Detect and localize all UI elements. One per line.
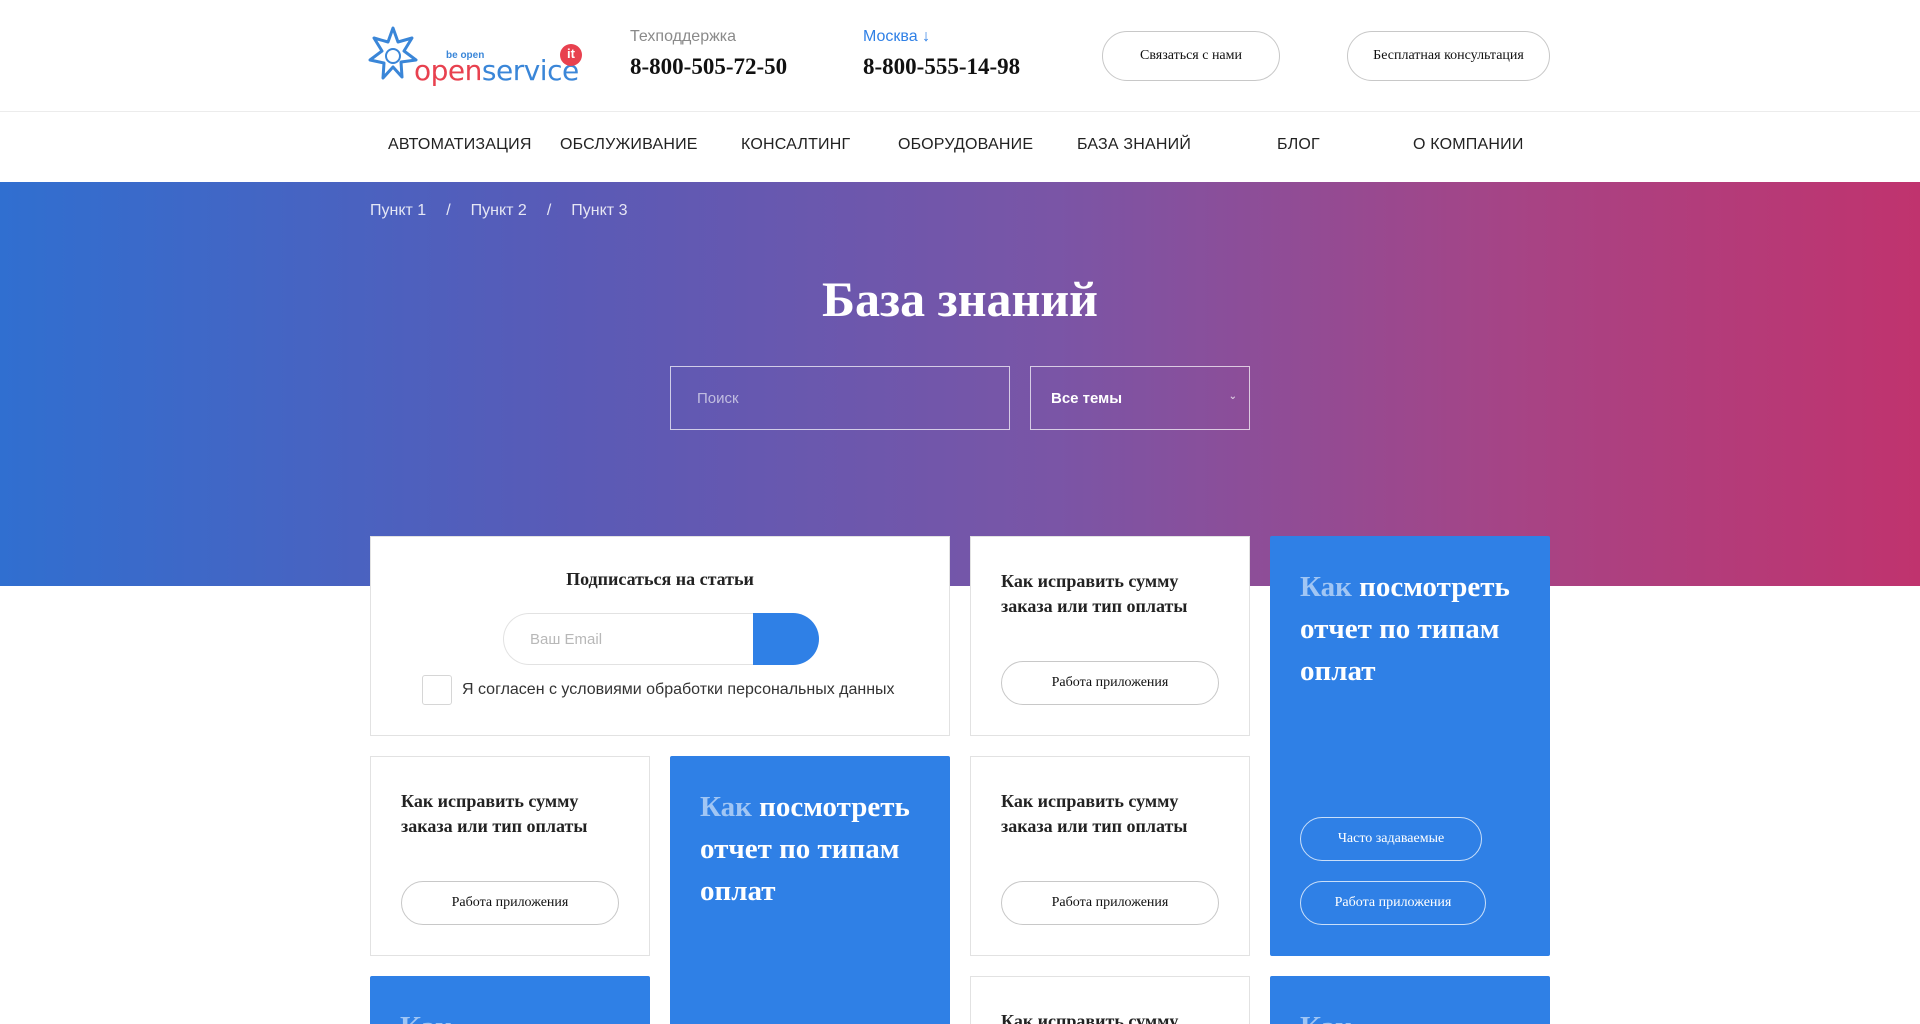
contact-us-button[interactable]: Связаться с нами — [1102, 31, 1280, 81]
article-tag[interactable]: Работа приложения — [401, 881, 619, 925]
nav-item-blog[interactable]: БЛОГ — [1277, 136, 1320, 154]
topic-select[interactable]: Все темы ⌄ — [1030, 366, 1250, 430]
breadcrumb: Пункт 1 / Пункт 2 / Пункт 3 — [370, 202, 627, 220]
email-field[interactable] — [503, 613, 753, 665]
nav-item-automation[interactable]: АВТОМАТИЗАЦИЯ — [388, 136, 532, 154]
city-contact: Москва ↓ 8-800-555-14-98 — [863, 28, 1020, 80]
chevron-down-icon: ⌄ — [1228, 391, 1237, 402]
subscribe-title: Подписаться на статьи — [566, 569, 754, 589]
page-title: База знаний — [822, 271, 1098, 327]
logo-star-icon — [368, 26, 418, 80]
breadcrumb-item[interactable]: Пункт 3 — [571, 202, 627, 220]
logo[interactable]: be open openservice it — [368, 24, 584, 88]
article-tag[interactable]: Работа приложения — [1001, 881, 1219, 925]
featured-article-title[interactable]: Как посмотреть отчет по типам оплат — [700, 786, 930, 912]
breadcrumb-separator: / — [546, 202, 552, 219]
breadcrumb-item[interactable]: Пункт 2 — [471, 202, 527, 220]
article-title[interactable]: Как исправить сумму заказа или тип оплат… — [1001, 569, 1221, 619]
subscribe-card: Подписаться на статьи Я согласен с услов… — [370, 536, 950, 736]
consent-label: Я согласен с условиями обработки персона… — [462, 681, 895, 698]
article-title[interactable]: Как исправить сумму заказа или тип оплат… — [1001, 1009, 1221, 1024]
support-label: Техподдержка — [630, 28, 737, 45]
featured-article-title[interactable]: Как посмотреть отчет по типам оплат — [1300, 566, 1530, 692]
nav-item-knowledge-base[interactable]: БАЗА ЗНАНИЙ — [1077, 136, 1191, 154]
consent-checkbox[interactable] — [422, 675, 452, 705]
nav-item-equipment[interactable]: ОБОРУДОВАНИЕ — [898, 136, 1033, 154]
article-tag-faq[interactable]: Часто задаваемые — [1300, 817, 1482, 861]
city-selector[interactable]: Москва ↓ — [863, 28, 1020, 46]
search-input[interactable] — [670, 366, 1010, 430]
article-tag-app[interactable]: Работа приложения — [1300, 881, 1486, 925]
city-phone[interactable]: 8-800-555-14-98 — [863, 54, 1020, 80]
featured-article-card[interactable]: Как посмотреть отчет по типам оплат — [670, 756, 950, 1024]
article-card[interactable]: Как исправить сумму заказа или тип оплат… — [370, 756, 650, 956]
article-card[interactable]: Как исправить сумму заказа или тип оплат… — [970, 536, 1250, 736]
breadcrumb-separator: / — [446, 202, 451, 219]
logo-it-badge: it — [560, 44, 582, 66]
topic-select-value: Все темы — [1051, 389, 1123, 407]
featured-article-card[interactable]: Как посмотреть отчет по типам оплат Част… — [1270, 536, 1550, 956]
featured-article-title[interactable]: Как — [400, 1006, 630, 1024]
free-consultation-button[interactable]: Бесплатная консультация — [1347, 31, 1550, 81]
featured-article-card[interactable]: Как — [1270, 976, 1550, 1024]
nav-item-consulting[interactable]: КОНСАЛТИНГ — [741, 136, 850, 154]
support-contact: Техподдержка 8-800-505-72-50 — [630, 28, 787, 80]
article-tag[interactable]: Работа приложения — [1001, 661, 1219, 705]
nav-item-about[interactable]: О КОМПАНИИ — [1413, 136, 1524, 154]
article-card[interactable]: Как исправить сумму заказа или тип оплат… — [970, 976, 1250, 1024]
subscribe-button[interactable] — [753, 613, 819, 665]
article-title[interactable]: Как исправить сумму заказа или тип оплат… — [1001, 789, 1221, 839]
support-phone[interactable]: 8-800-505-72-50 — [630, 54, 787, 80]
breadcrumb-item[interactable]: Пункт 1 — [370, 202, 426, 220]
featured-article-title[interactable]: Как — [1300, 1006, 1530, 1024]
hero-section: Пункт 1 / Пункт 2 / Пункт 3 База знаний … — [0, 182, 1920, 586]
article-card[interactable]: Как исправить сумму заказа или тип оплат… — [970, 756, 1250, 956]
logo-wordmark: openservice — [414, 54, 579, 87]
site-header: be open openservice it Техподдержка 8-80… — [0, 0, 1920, 112]
nav-item-service[interactable]: ОБСЛУЖИВАНИЕ — [560, 136, 698, 154]
featured-article-card[interactable]: Как — [370, 976, 650, 1024]
article-title[interactable]: Как исправить сумму заказа или тип оплат… — [401, 789, 621, 839]
main-nav: АВТОМАТИЗАЦИЯ ОБСЛУЖИВАНИЕ КОНСАЛТИНГ ОБ… — [0, 112, 1920, 182]
